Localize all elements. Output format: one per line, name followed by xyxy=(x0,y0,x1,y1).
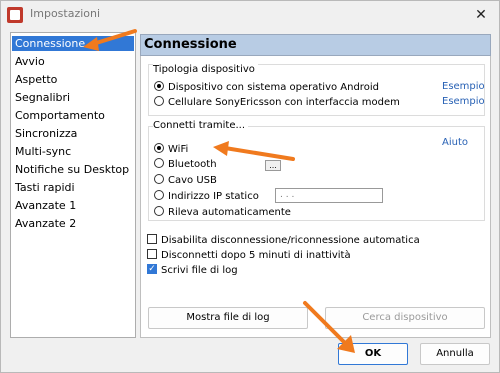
sidebar-item-avanzate-1[interactable]: Avanzate 1 xyxy=(12,198,134,213)
static-ip-label: Indirizzo IP statico xyxy=(168,191,259,202)
checkbox-icon[interactable] xyxy=(147,249,157,259)
sonyericsson-example-link[interactable]: Esempio xyxy=(442,96,485,107)
device-type-label: Tipologia dispositivo xyxy=(153,64,258,75)
panel-title: Connessione xyxy=(140,34,491,56)
auto-detect-label: Rileva automaticamente xyxy=(168,207,291,218)
connection-panel: Tipologia dispositivo Dispositivo con si… xyxy=(140,56,491,338)
static-ip-radio-option[interactable]: Indirizzo IP statico xyxy=(154,190,259,204)
help-link[interactable]: Aiuto xyxy=(442,137,468,148)
write-log-checkbox[interactable]: ✓ Scrivi file di log xyxy=(147,264,238,278)
radio-icon[interactable] xyxy=(154,96,164,106)
title-bar: Impostazioni ✕ xyxy=(1,1,499,29)
annotation-arrow-icon xyxy=(303,301,355,353)
settings-sidebar: Connessione Avvio Aspetto Segnalibri Com… xyxy=(10,32,136,338)
checkbox-icon[interactable]: ✓ xyxy=(147,264,157,274)
usb-label: Cavo USB xyxy=(168,175,217,186)
disconnect-idle-label: Disconnetti dopo 5 minuti di inattività xyxy=(161,250,351,261)
show-log-button[interactable]: Mostra file di log xyxy=(148,307,308,329)
window-title: Impostazioni xyxy=(30,7,101,20)
radio-icon[interactable] xyxy=(154,174,164,184)
app-icon xyxy=(7,7,23,23)
disable-reconnect-checkbox[interactable]: Disabilita disconnessione/riconnessione … xyxy=(147,234,420,248)
sidebar-item-notifiche[interactable]: Notifiche su Desktop xyxy=(12,162,134,177)
static-ip-input[interactable]: . . . xyxy=(275,188,383,203)
sidebar-item-avvio[interactable]: Avvio xyxy=(12,54,134,69)
annotation-arrow-icon xyxy=(83,29,137,51)
write-log-label: Scrivi file di log xyxy=(161,265,238,276)
sidebar-item-avanzate-2[interactable]: Avanzate 2 xyxy=(12,216,134,231)
disable-reconnect-label: Disabilita disconnessione/riconnessione … xyxy=(161,235,420,246)
sidebar-item-multi-sync[interactable]: Multi-sync xyxy=(12,144,134,159)
sonyericsson-radio-option[interactable]: Cellulare SonyEricsson con interfaccia m… xyxy=(154,96,400,110)
usb-radio-option[interactable]: Cavo USB xyxy=(154,174,217,188)
wifi-radio-option[interactable]: WiFi xyxy=(154,143,188,157)
radio-icon[interactable] xyxy=(154,81,164,91)
sonyericsson-label: Cellulare SonyEricsson con interfaccia m… xyxy=(168,97,400,108)
connect-via-group: Connetti tramite... Aiuto WiFi Bluetooth… xyxy=(148,120,485,221)
checkbox-icon[interactable] xyxy=(147,234,157,244)
auto-detect-radio-option[interactable]: Rileva automaticamente xyxy=(154,206,291,220)
android-radio-option[interactable]: Dispositivo con sistema operativo Androi… xyxy=(154,81,379,95)
disconnect-idle-checkbox[interactable]: Disconnetti dopo 5 minuti di inattività xyxy=(147,249,351,263)
close-button[interactable]: ✕ xyxy=(471,5,491,25)
wifi-label: WiFi xyxy=(168,144,189,155)
android-example-link[interactable]: Esempio xyxy=(442,81,485,92)
sidebar-item-tasti-rapidi[interactable]: Tasti rapidi xyxy=(12,180,134,195)
device-type-group: Tipologia dispositivo Dispositivo con si… xyxy=(148,64,485,116)
radio-icon[interactable] xyxy=(154,190,164,200)
settings-window: Impostazioni ✕ Connessione Avvio Aspetto… xyxy=(0,0,500,373)
sidebar-item-segnalibri[interactable]: Segnalibri xyxy=(12,90,134,105)
cancel-button[interactable]: Annulla xyxy=(420,343,490,365)
connect-via-label: Connetti tramite... xyxy=(153,120,249,131)
radio-icon[interactable] xyxy=(154,158,164,168)
radio-icon[interactable] xyxy=(154,206,164,216)
annotation-arrow-icon xyxy=(213,141,295,161)
radio-icon[interactable] xyxy=(154,143,164,153)
sidebar-item-sincronizza[interactable]: Sincronizza xyxy=(12,126,134,141)
sidebar-item-comportamento[interactable]: Comportamento xyxy=(12,108,134,123)
sidebar-item-aspetto[interactable]: Aspetto xyxy=(12,72,134,87)
android-label: Dispositivo con sistema operativo Androi… xyxy=(168,82,379,93)
